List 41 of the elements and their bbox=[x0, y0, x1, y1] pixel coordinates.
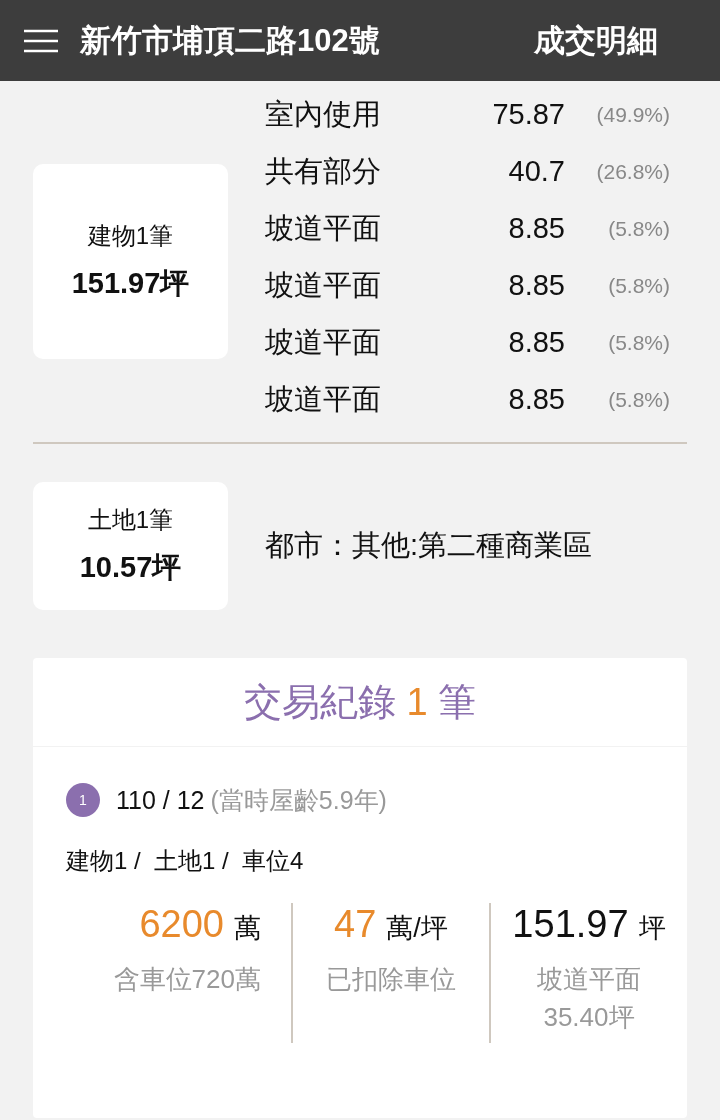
part-name: 共有部分 bbox=[265, 153, 382, 189]
part-area: 8.85 bbox=[415, 383, 565, 416]
stat-value: 6200 bbox=[139, 903, 224, 946]
part-name: 室內使用 bbox=[265, 96, 382, 132]
stat-value: 151.97 bbox=[512, 903, 629, 946]
part-area: 40.7 bbox=[415, 155, 565, 188]
records-title: 交易紀錄 1 筆 bbox=[243, 679, 477, 725]
stat-unit: 坪 bbox=[638, 912, 666, 945]
part-percent: (5.8%) bbox=[607, 387, 670, 412]
part-area: 8.85 bbox=[415, 326, 565, 359]
stat-note: 含車位720萬 bbox=[113, 963, 261, 996]
record-date: 110 / 12 bbox=[116, 785, 205, 815]
part-name: 坡道平面 bbox=[265, 210, 382, 246]
part-percent: (5.8%) bbox=[607, 273, 670, 298]
building-count: 建物1筆 bbox=[87, 220, 174, 251]
part-percent: (5.8%) bbox=[607, 216, 670, 241]
part-area: 8.85 bbox=[415, 269, 565, 302]
building-age: (當時屋齡5.9年) bbox=[210, 784, 387, 816]
stat-value: 47 bbox=[334, 903, 377, 946]
part-name: 坡道平面 bbox=[265, 381, 382, 417]
page-title: 成交明細 bbox=[534, 21, 658, 60]
address-title: 新竹市埔頂二路102號 bbox=[80, 21, 381, 60]
menu-icon[interactable] bbox=[24, 28, 58, 53]
stat-note: 35.40坪 bbox=[543, 1001, 635, 1034]
part-name: 坡道平面 bbox=[265, 324, 382, 360]
part-percent: (49.9%) bbox=[595, 102, 670, 127]
stat-unit: 萬/坪 bbox=[386, 912, 448, 945]
building-area: 151.97坪 bbox=[71, 263, 190, 304]
part-percent: (5.8%) bbox=[607, 330, 670, 355]
part-area: 8.85 bbox=[415, 212, 565, 245]
part-name: 坡道平面 bbox=[265, 267, 382, 303]
stat-note: 坡道平面 bbox=[536, 963, 641, 996]
stat-unit: 萬 bbox=[233, 912, 261, 945]
land-area: 10.57坪 bbox=[79, 548, 182, 588]
record-summary: 建物1 / 土地1 / 車位4 bbox=[66, 846, 304, 876]
part-area: 75.87 bbox=[415, 98, 565, 131]
stat-note: 已扣除車位 bbox=[325, 963, 456, 996]
record-number-badge: 1 bbox=[66, 783, 100, 817]
part-percent: (26.8%) bbox=[595, 159, 670, 184]
land-zoning: 都市：其他:第二種商業區 bbox=[265, 528, 593, 563]
land-count: 土地1筆 bbox=[87, 505, 174, 535]
